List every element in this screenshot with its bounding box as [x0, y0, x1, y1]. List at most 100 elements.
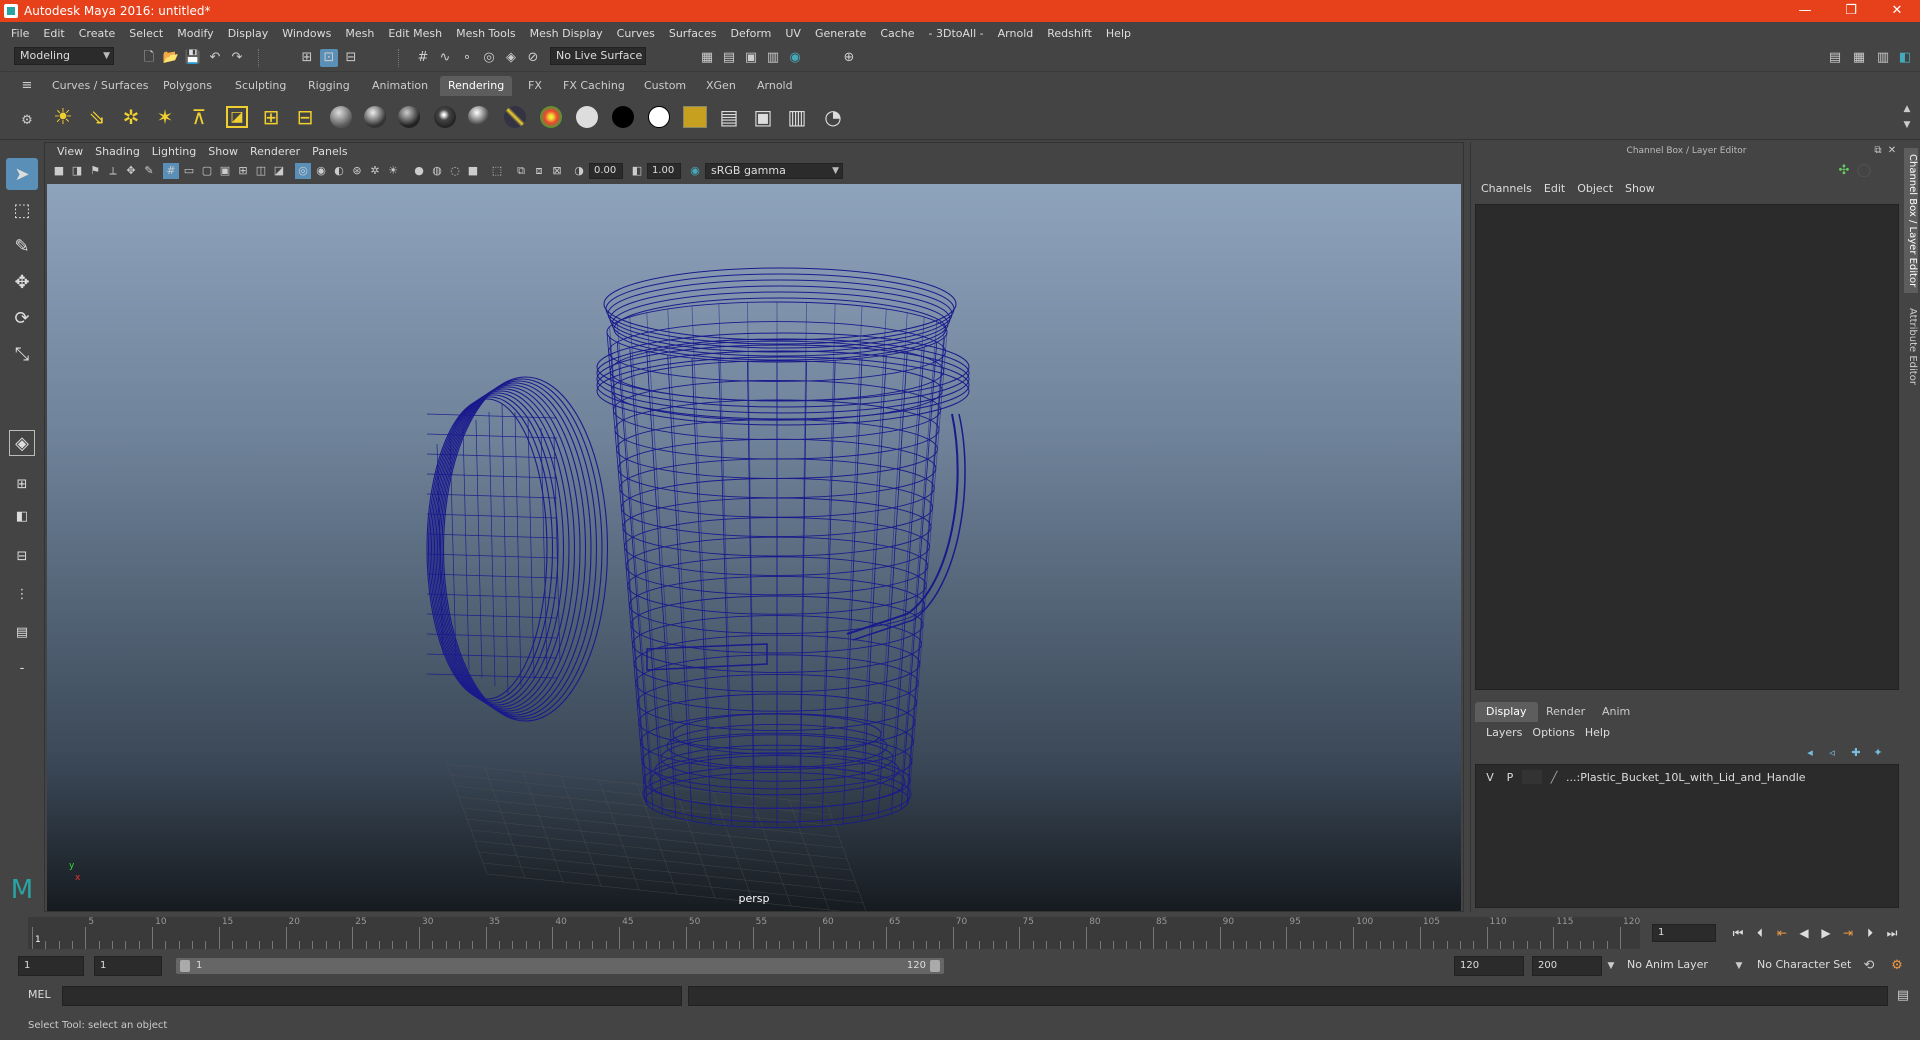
cb-menu-object[interactable]: Object: [1571, 182, 1619, 195]
render-view-icon[interactable]: ▦: [698, 49, 716, 67]
shelf-tab-xgen[interactable]: XGen: [698, 76, 744, 96]
transform-mode-icon[interactable]: ⊕: [840, 49, 858, 67]
hypershade-icon[interactable]: ◉: [786, 49, 804, 67]
side-tab-attribute-editor[interactable]: Attribute Editor: [1904, 302, 1918, 391]
menu-select[interactable]: Select: [122, 27, 170, 40]
play-backwards-icon[interactable]: ◀: [1794, 924, 1814, 942]
layer-name[interactable]: ...:Plastic_Bucket_10L_with_Lid_and_Hand…: [1566, 771, 1806, 784]
xray-components-icon[interactable]: ⊠: [549, 163, 565, 179]
current-frame-field[interactable]: 1: [1652, 924, 1716, 942]
wireframe-on-shaded-icon[interactable]: ◐: [331, 163, 347, 179]
move-tool-icon[interactable]: ✥: [6, 266, 38, 298]
tab-render[interactable]: Render: [1535, 702, 1596, 722]
shelf-scroll-down-icon[interactable]: ▼: [1898, 116, 1916, 134]
ramp-shader-icon[interactable]: [536, 102, 566, 132]
surface-shader-icon[interactable]: [572, 102, 602, 132]
menu-3dtoall[interactable]: - 3DtoAll -: [922, 27, 991, 40]
make-live-icon[interactable]: ⊘: [524, 49, 542, 67]
cb-menu-edit[interactable]: Edit: [1538, 182, 1571, 195]
spot-light-icon[interactable]: ✶: [150, 102, 180, 132]
playback-range-bar[interactable]: 1 120: [176, 958, 944, 974]
gate-mask-icon[interactable]: ▣: [217, 163, 233, 179]
use-background-shader-icon[interactable]: [608, 102, 638, 132]
smooth-shade-icon[interactable]: ◉: [313, 163, 329, 179]
textured-icon[interactable]: ⊛: [349, 163, 365, 179]
two-d-pan-zoom-icon[interactable]: ✥: [123, 163, 139, 179]
shadows-icon[interactable]: ☀: [385, 163, 401, 179]
menu-surfaces[interactable]: Surfaces: [662, 27, 724, 40]
save-scene-icon[interactable]: 💾: [184, 49, 202, 67]
layer-color-swatch[interactable]: ╱: [1544, 771, 1564, 784]
tab-display[interactable]: Display: [1475, 702, 1538, 722]
shading-map-icon[interactable]: [644, 102, 674, 132]
shelf-settings-icon[interactable]: ⚙: [18, 112, 36, 130]
tool-settings-toggle-icon[interactable]: ▥: [1874, 49, 1892, 67]
select-hierarchy-icon[interactable]: ⊞: [298, 49, 316, 67]
redo-icon[interactable]: ↷: [228, 49, 246, 67]
play-forwards-icon[interactable]: ▶: [1816, 924, 1836, 942]
sidebar-toggle-icon[interactable]: ▤: [1826, 49, 1844, 67]
menu-deform[interactable]: Deform: [723, 27, 778, 40]
playback-end-field[interactable]: 120: [1454, 956, 1524, 976]
close-panel-icon[interactable]: ✕: [1883, 142, 1901, 160]
menu-create[interactable]: Create: [72, 27, 123, 40]
script-editor-icon[interactable]: ▤: [1894, 987, 1912, 1005]
color-management-icon[interactable]: ◉: [687, 163, 703, 179]
menu-display[interactable]: Display: [221, 27, 276, 40]
menu-edit-mesh[interactable]: Edit Mesh: [381, 27, 449, 40]
animation-end-field[interactable]: 200: [1532, 956, 1602, 976]
chevron-down-icon[interactable]: ▼: [1602, 957, 1620, 975]
menu-modify[interactable]: Modify: [170, 27, 220, 40]
shelf-tab-rigging[interactable]: Rigging: [300, 76, 358, 96]
tab-anim[interactable]: Anim: [1591, 702, 1641, 722]
persp-outliner-layout-icon[interactable]: ◧: [6, 500, 38, 532]
snap-curve-icon[interactable]: ∿: [436, 49, 454, 67]
four-view-layout-icon[interactable]: ⊞: [6, 468, 38, 500]
menu-file[interactable]: File: [4, 27, 36, 40]
persp-graph-layout-icon[interactable]: ⊟: [6, 540, 38, 572]
minimize-button[interactable]: —: [1782, 0, 1828, 22]
shelf-tab-animation[interactable]: Animation: [364, 76, 436, 96]
hypershade-layout-icon[interactable]: ▤: [6, 616, 38, 648]
area-light-icon[interactable]: ⊼: [184, 102, 214, 132]
paint-select-tool-icon[interactable]: ✎: [6, 230, 38, 262]
menu-edit[interactable]: Edit: [36, 27, 71, 40]
single-perspective-layout-icon[interactable]: ◈: [9, 430, 35, 456]
menu-mesh-display[interactable]: Mesh Display: [523, 27, 610, 40]
anisotropic-material-icon[interactable]: [464, 102, 494, 132]
auto-key-icon[interactable]: ⟲: [1860, 957, 1878, 975]
volume-light-icon[interactable]: ◪: [222, 102, 252, 132]
image-plane-icon[interactable]: ⟂: [105, 163, 121, 179]
shelf-tab-sculpting[interactable]: Sculpting: [227, 76, 294, 96]
select-camera-icon[interactable]: ■: [51, 163, 67, 179]
chevron-down-icon[interactable]: ▼: [1730, 957, 1748, 975]
new-layer-from-selection-icon[interactable]: ✦: [1869, 744, 1887, 762]
shelf-tab-arnold[interactable]: Arnold: [749, 76, 801, 96]
camera-icon[interactable]: ⊞: [256, 102, 286, 132]
go-to-end-icon[interactable]: ⏭: [1882, 924, 1902, 942]
menu-arnold[interactable]: Arnold: [991, 27, 1041, 40]
menu-cache[interactable]: Cache: [873, 27, 921, 40]
phong-e-material-icon[interactable]: [430, 102, 460, 132]
restore-button[interactable]: ❐: [1828, 0, 1874, 22]
command-language-label[interactable]: MEL: [28, 988, 51, 1001]
move-layer-up-icon[interactable]: ◂: [1801, 744, 1819, 762]
wireframe-icon[interactable]: ◎: [295, 163, 311, 179]
view-transform-dropdown[interactable]: sRGB gamma ▼: [705, 163, 843, 179]
shelf-tab-rendering[interactable]: Rendering: [440, 76, 513, 96]
cb-menu-show[interactable]: Show: [1619, 182, 1661, 195]
menu-uv[interactable]: UV: [778, 27, 808, 40]
layer-row[interactable]: V P ╱ ...:Plastic_Bucket_10L_with_Lid_an…: [1480, 768, 1896, 786]
live-surface-field[interactable]: No Live Surface: [550, 47, 646, 65]
time-slider-track[interactable]: 1 5 10 15 20 25 30 35 40 45 50 55 60 65 70 75 80 85 90 95 10…: [28, 917, 1640, 949]
shelf-tab-fx[interactable]: FX: [520, 76, 550, 96]
le-menu-help[interactable]: Help: [1580, 726, 1615, 739]
character-set-dropdown[interactable]: No Character Set: [1752, 957, 1862, 975]
move-layer-down-icon[interactable]: ◃: [1823, 744, 1841, 762]
lambert-material-icon[interactable]: [326, 102, 356, 132]
playback-start-field[interactable]: 1: [94, 956, 162, 976]
gamma-icon[interactable]: ◧: [629, 163, 645, 179]
directional-light-icon[interactable]: ⇘: [82, 102, 112, 132]
attribute-editor-toggle-icon[interactable]: ▦: [1850, 49, 1868, 67]
exposure-icon[interactable]: ◑: [571, 163, 587, 179]
